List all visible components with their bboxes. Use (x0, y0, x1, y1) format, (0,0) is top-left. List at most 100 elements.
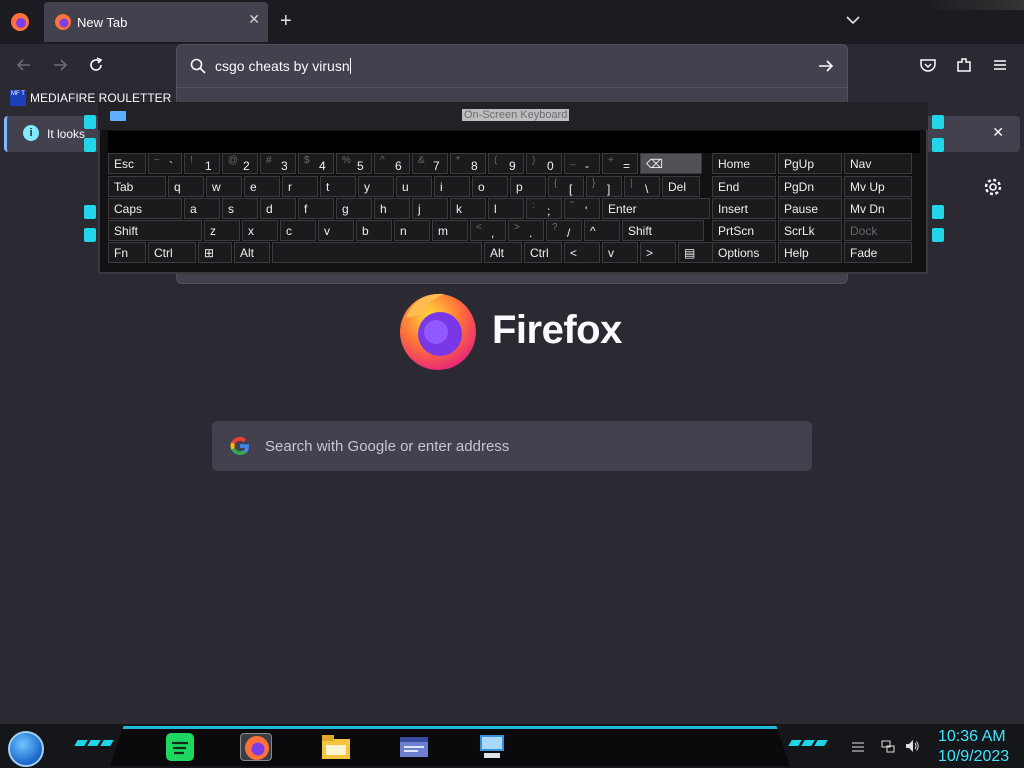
key-r[interactable]: r (282, 176, 318, 197)
key-n[interactable]: n (394, 220, 430, 241)
key-/[interactable]: ? / (546, 220, 582, 241)
start-button[interactable] (8, 731, 44, 767)
key-][interactable]: }] (586, 176, 622, 197)
osk-titlebar[interactable]: On-Screen Keyboard (98, 102, 928, 130)
key-end[interactable]: End (712, 176, 776, 197)
key-m[interactable]: m (432, 220, 468, 241)
key-o[interactable]: o (472, 176, 508, 197)
key-scrlk[interactable]: ScrLk (778, 220, 842, 241)
key-u[interactable]: u (396, 176, 432, 197)
key-<[interactable]: < (564, 242, 600, 263)
key-v[interactable]: v (318, 220, 354, 241)
close-icon[interactable]: ✕ (248, 11, 260, 28)
key-c[interactable]: c (280, 220, 316, 241)
key-ctrl[interactable]: Ctrl (524, 242, 562, 263)
key-alt[interactable]: Alt (484, 242, 522, 263)
key-^[interactable]: ^ (584, 220, 620, 241)
tab-new-tab[interactable]: New Tab ✕ (44, 2, 268, 42)
key-2[interactable]: @2 (222, 153, 258, 174)
key-d[interactable]: d (260, 198, 296, 219)
menu-icon[interactable] (990, 55, 1010, 75)
extensions-icon[interactable] (954, 55, 974, 75)
key-fade[interactable]: Fade (844, 242, 912, 263)
key-h[interactable]: h (374, 198, 410, 219)
key-=[interactable]: + = (602, 153, 638, 174)
key-dock[interactable]: Dock (844, 220, 912, 241)
key-⌫[interactable]: ⌫ (640, 153, 702, 174)
key-esc[interactable]: Esc (108, 153, 146, 174)
key-g[interactable]: g (336, 198, 372, 219)
key-enter[interactable]: Enter (602, 198, 710, 219)
key-mv-dn[interactable]: Mv Dn (844, 198, 912, 219)
arrow-right-icon[interactable] (817, 57, 835, 75)
on-screen-keyboard[interactable]: On-Screen Keyboard Esc ~ `! 1 @2 #3 $4% 5 ^ 6 & 7 * 8… (98, 102, 928, 274)
key-shift[interactable]: Shift (622, 220, 704, 241)
key-pgup[interactable]: PgUp (778, 153, 842, 174)
close-icon[interactable]: ✕ (992, 124, 1004, 141)
key-8[interactable]: * 8 (450, 153, 486, 174)
key-pause[interactable]: Pause (778, 198, 842, 219)
gear-icon[interactable] (983, 177, 1003, 197)
key-k[interactable]: k (450, 198, 486, 219)
key-9[interactable]: (9 (488, 153, 524, 174)
key-b[interactable]: b (356, 220, 392, 241)
new-tab-button[interactable]: + (280, 10, 292, 33)
key-ctrl[interactable]: Ctrl (148, 242, 196, 263)
key-z[interactable]: z (204, 220, 240, 241)
key-;[interactable]: :; (526, 198, 562, 219)
reload-icon[interactable] (86, 55, 106, 75)
key-x[interactable]: x (242, 220, 278, 241)
key-pgdn[interactable]: PgDn (778, 176, 842, 197)
newtab-search-box[interactable]: Search with Google or enter address (212, 421, 812, 471)
back-icon[interactable] (14, 55, 34, 75)
clock-date[interactable]: 10/9/2023 (938, 748, 1009, 766)
key-a[interactable]: a (184, 198, 220, 219)
key-caps[interactable]: Caps (108, 198, 182, 219)
key-'[interactable]: " ' (564, 198, 600, 219)
key--[interactable]: _ - (564, 153, 600, 174)
key->[interactable]: > (640, 242, 676, 263)
firefox-icon[interactable] (10, 12, 30, 32)
key-j[interactable]: j (412, 198, 448, 219)
volume-icon[interactable] (904, 738, 920, 754)
key-,[interactable]: <, (470, 220, 506, 241)
key-p[interactable]: p (510, 176, 546, 197)
key-alt[interactable]: Alt (234, 242, 270, 263)
key-tab[interactable]: Tab (108, 176, 166, 197)
key-1[interactable]: ! 1 (184, 153, 220, 174)
key-fn[interactable]: Fn (108, 242, 146, 263)
window-app-icon[interactable] (398, 733, 430, 761)
spotify-icon[interactable] (164, 733, 196, 761)
key-6[interactable]: ^ 6 (374, 153, 410, 174)
key-nav[interactable]: Nav (844, 153, 912, 174)
key-i[interactable]: i (434, 176, 470, 197)
key-⊞[interactable]: ⊞ (198, 242, 232, 263)
key-del[interactable]: Del (662, 176, 700, 197)
key-.[interactable]: >. (508, 220, 544, 241)
key-5[interactable]: % 5 (336, 153, 372, 174)
key-`[interactable]: ~ ` (148, 153, 182, 174)
pocket-icon[interactable] (918, 55, 938, 75)
key-e[interactable]: e (244, 176, 280, 197)
key-v[interactable]: v (602, 242, 638, 263)
clock-time[interactable]: 10:36 AM (938, 728, 1006, 746)
key-y[interactable]: y (358, 176, 394, 197)
key-t[interactable]: t (320, 176, 356, 197)
key-options[interactable]: Options (712, 242, 776, 263)
key-insert[interactable]: Insert (712, 198, 776, 219)
network-icon[interactable] (880, 738, 896, 754)
key-help[interactable]: Help (778, 242, 842, 263)
key-l[interactable]: l (488, 198, 524, 219)
forward-icon[interactable] (50, 55, 70, 75)
key-w[interactable]: w (206, 176, 242, 197)
key-[[interactable]: {[ (548, 176, 584, 197)
key-q[interactable]: q (168, 176, 204, 197)
key-space[interactable] (272, 242, 482, 263)
address-bar[interactable]: csgo cheats by virusn (176, 44, 848, 88)
key-s[interactable]: s (222, 198, 258, 219)
key-7[interactable]: & 7 (412, 153, 448, 174)
remote-desktop-icon[interactable] (476, 733, 508, 761)
firefox-icon[interactable] (240, 733, 272, 761)
key-4[interactable]: $4 (298, 153, 334, 174)
address-input[interactable]: csgo cheats by virusn (215, 58, 351, 74)
